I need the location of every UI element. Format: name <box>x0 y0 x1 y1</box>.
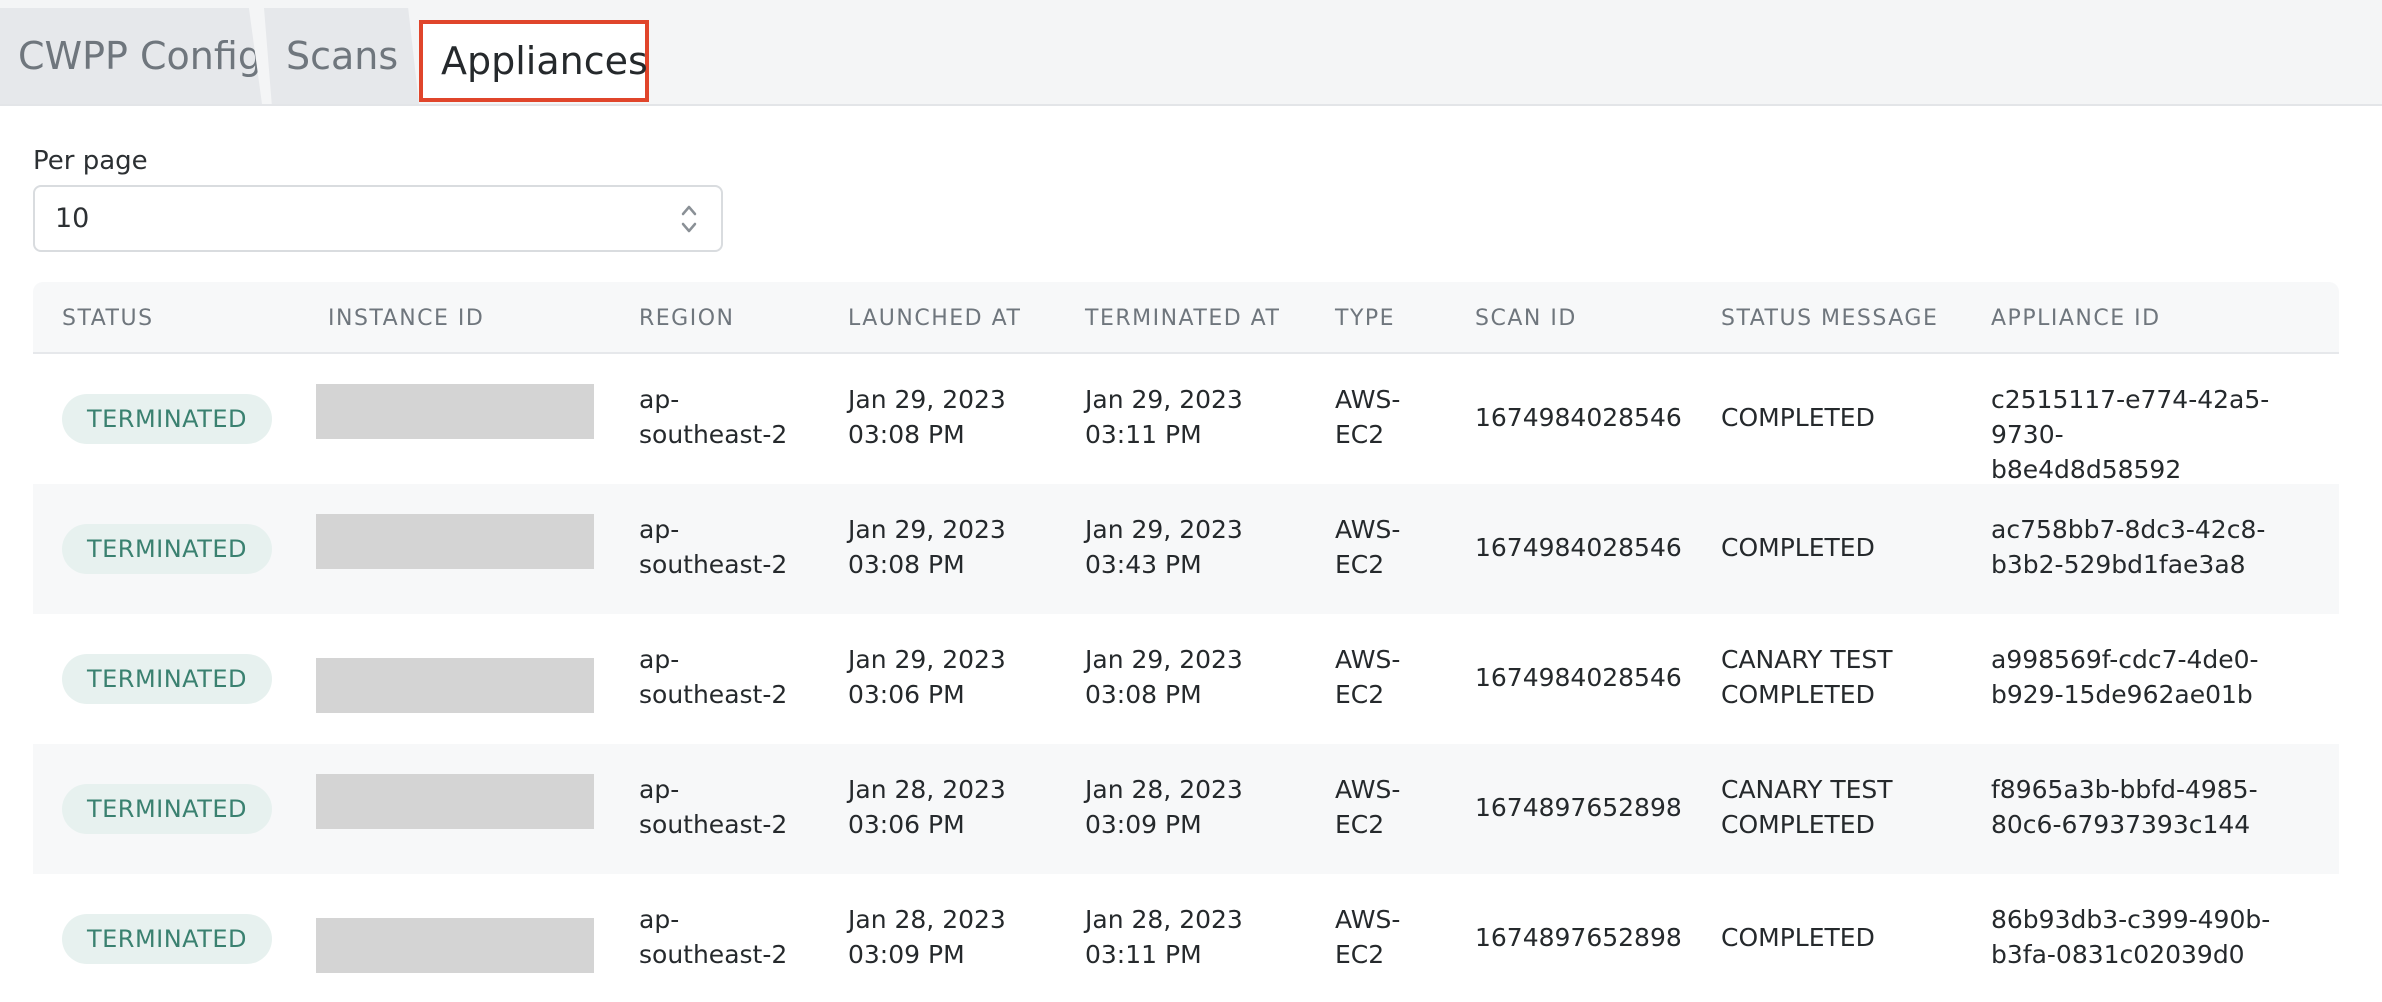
launched-at-cell: Jan 29, 2023 03:06 PM <box>848 645 1006 709</box>
scan-id-cell: 1674897652898 <box>1475 923 1682 952</box>
region-cell: ap-southeast-2 <box>639 775 788 839</box>
tab-bar: CWPP Config Scans Appliances <box>0 0 2382 106</box>
appliance-id-cell: 86b93db3-c399-490b-b3fa-0831c02039d0 <box>1991 905 2271 969</box>
status-badge: TERMINATED <box>62 524 272 574</box>
header-type[interactable]: TYPE <box>1335 306 1395 331</box>
table-row[interactable]: TERMINATED ap-southeast-2 Jan 28, 2023 03… <box>33 744 2339 874</box>
region-cell: ap-southeast-2 <box>639 385 788 449</box>
header-appliance-id[interactable]: APPLIANCE ID <box>1991 306 2161 331</box>
header-region[interactable]: REGION <box>639 306 735 331</box>
scan-id-cell: 1674984028546 <box>1475 663 1682 692</box>
table-row[interactable]: TERMINATED ap-southeast-2 Jan 29, 2023 03… <box>33 354 2339 484</box>
region-cell: ap-southeast-2 <box>639 905 788 969</box>
redacted-instance-id <box>316 514 594 569</box>
header-status[interactable]: STATUS <box>62 306 154 331</box>
status-badge: TERMINATED <box>62 654 272 704</box>
terminated-at-cell: Jan 29, 2023 03:43 PM <box>1085 515 1243 579</box>
header-terminated-at[interactable]: TERMINATED AT <box>1085 306 1280 331</box>
tab-label: Scans <box>286 34 399 78</box>
type-cell: AWS- EC2 <box>1335 905 1401 969</box>
status-badge: TERMINATED <box>62 914 272 964</box>
tab-cwpp-config[interactable]: CWPP Config <box>0 8 262 104</box>
terminated-at-cell: Jan 29, 2023 03:08 PM <box>1085 645 1243 709</box>
status-badge: TERMINATED <box>62 394 272 444</box>
per-page-select[interactable]: 10 <box>33 185 723 252</box>
per-page-value: 10 <box>55 203 90 234</box>
appliance-id-cell: ac758bb7-8dc3-42c8- b3b2-529bd1fae3a8 <box>1991 515 2266 579</box>
redacted-instance-id <box>316 384 594 439</box>
status-message-cell: COMPLETED <box>1721 923 1875 952</box>
appliance-id-cell: a998569f-cdc7-4de0- b929-15de962ae01b <box>1991 645 2259 709</box>
header-launched-at[interactable]: LAUNCHED AT <box>848 306 1021 331</box>
table-row[interactable]: TERMINATED ap-southeast-2 Jan 28, 2023 03… <box>33 874 2339 1002</box>
tab-label: CWPP Config <box>18 34 262 78</box>
table-header: STATUS INSTANCE ID REGION LAUNCHED AT TE… <box>33 282 2339 354</box>
terminated-at-cell: Jan 29, 2023 03:11 PM <box>1085 385 1243 449</box>
appliances-table: STATUS INSTANCE ID REGION LAUNCHED AT TE… <box>33 282 2339 1002</box>
launched-at-cell: Jan 29, 2023 03:08 PM <box>848 385 1006 449</box>
table-row[interactable]: TERMINATED ap-southeast-2 Jan 29, 2023 03… <box>33 614 2339 744</box>
table-row[interactable]: TERMINATED ap-southeast-2 Jan 29, 2023 03… <box>33 484 2339 614</box>
per-page-label: Per page <box>33 146 148 176</box>
status-message-cell: CANARY TEST COMPLETED <box>1721 775 1893 839</box>
type-cell: AWS- EC2 <box>1335 515 1401 579</box>
header-status-message[interactable]: STATUS MESSAGE <box>1721 306 1938 331</box>
tab-label: Appliances <box>441 39 648 83</box>
status-badge: TERMINATED <box>62 784 272 834</box>
launched-at-cell: Jan 28, 2023 03:06 PM <box>848 775 1006 839</box>
redacted-instance-id <box>316 774 594 829</box>
tab-appliances[interactable]: Appliances <box>419 20 649 102</box>
terminated-at-cell: Jan 28, 2023 03:09 PM <box>1085 775 1243 839</box>
terminated-at-cell: Jan 28, 2023 03:11 PM <box>1085 905 1243 969</box>
scan-id-cell: 1674984028546 <box>1475 403 1682 432</box>
region-cell: ap-southeast-2 <box>639 645 788 709</box>
scan-id-cell: 1674897652898 <box>1475 793 1682 822</box>
appliance-id-cell: c2515117-e774-42a5-9730- b8e4d8d58592 <box>1991 385 2270 484</box>
status-message-cell: COMPLETED <box>1721 403 1875 432</box>
header-instance-id[interactable]: INSTANCE ID <box>328 306 484 331</box>
launched-at-cell: Jan 28, 2023 03:09 PM <box>848 905 1006 969</box>
redacted-instance-id <box>316 658 594 713</box>
appliance-id-cell: f8965a3b-bbfd-4985- 80c6-67937393c144 <box>1991 775 2258 839</box>
type-cell: AWS- EC2 <box>1335 645 1401 709</box>
type-cell: AWS- EC2 <box>1335 775 1401 839</box>
redacted-instance-id <box>316 918 594 973</box>
region-cell: ap-southeast-2 <box>639 515 788 579</box>
header-scan-id[interactable]: SCAN ID <box>1475 306 1577 331</box>
launched-at-cell: Jan 29, 2023 03:08 PM <box>848 515 1006 579</box>
scan-id-cell: 1674984028546 <box>1475 533 1682 562</box>
chevron-up-down-icon <box>681 205 697 233</box>
tab-scans[interactable]: Scans <box>264 8 419 104</box>
type-cell: AWS- EC2 <box>1335 385 1401 449</box>
status-message-cell: CANARY TEST COMPLETED <box>1721 645 1893 709</box>
status-message-cell: COMPLETED <box>1721 533 1875 562</box>
